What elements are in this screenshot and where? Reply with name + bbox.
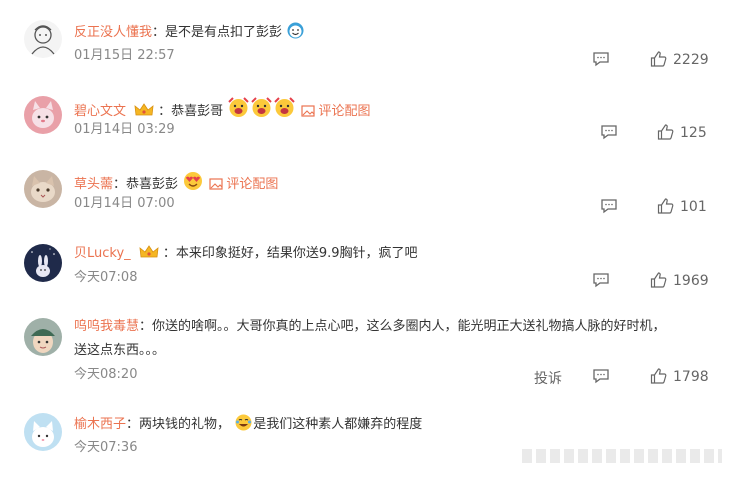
avatar[interactable] (24, 318, 62, 356)
vip-crown-icon (134, 103, 154, 116)
like-count: 125 (680, 125, 707, 141)
comment-icon (601, 125, 617, 140)
colon: ： (152, 25, 166, 40)
comment-line: 碧心文文 ：恭喜彭哥 评论配图 (74, 97, 370, 121)
timestamp: 今天07:36 (74, 440, 138, 455)
like-button[interactable]: 101 (657, 198, 707, 216)
username-link[interactable]: 反正没人懂我 (74, 25, 152, 40)
like-count: 1969 (673, 273, 709, 289)
timestamp: 01月14日 07:00 (74, 196, 175, 211)
comment-icon (601, 199, 617, 214)
timestamp: 今天07:08 (74, 270, 138, 285)
comment-line: 草头薷：恭喜彭彭 评论配图 (74, 171, 278, 194)
comment-text-end: 是我们这种素人都嫌弃的程度 (253, 417, 423, 432)
username-link[interactable]: 草头薷 (74, 177, 113, 192)
colon: ： (113, 177, 127, 192)
image-icon (209, 178, 223, 190)
comment-line: 榆木西子：两块钱的礼物， 是我们这种素人都嫌弃的程度 (74, 414, 422, 434)
thumbs-up-icon (650, 51, 667, 67)
comment-text: 恭喜彭彭 (126, 177, 179, 192)
comment-text: 是不是有点扣了彭彭 (165, 25, 283, 40)
timestamp: 01月15日 22:57 (74, 48, 175, 63)
line-art-avatar-icon (24, 20, 62, 58)
sweat-smile-emoji-icon (287, 22, 304, 39)
like-button[interactable]: 2229 (650, 51, 709, 69)
username-link[interactable]: 贝Lucky_ (74, 246, 131, 261)
reply-button[interactable] (592, 51, 610, 69)
comment-icon (593, 52, 609, 67)
username-link[interactable]: 呜呜我毒慧 (74, 319, 139, 334)
celebrate-emoji-group-icon (227, 97, 300, 119)
comment-line: 呜呜我毒慧：你送的啥啊。。大哥你真的上点心吧，这么多圈内人，能光明正大送礼物搞人… (74, 318, 666, 336)
comment-text: 本来印象挺好，结果你送9.9胸针，疯了吧 (175, 246, 418, 261)
timestamp: 今天08:20 (74, 367, 138, 382)
like-count: 2229 (673, 52, 709, 68)
avatar[interactable] (24, 170, 62, 208)
avatar[interactable] (24, 96, 62, 134)
avatar[interactable] (24, 413, 62, 451)
comment-text: 两块钱的礼物， (139, 417, 231, 432)
heart-eyes-emoji-icon (184, 172, 203, 190)
colon: ： (126, 417, 140, 432)
comment-image-link[interactable]: 评论配图 (226, 177, 278, 192)
timestamp: 01月14日 03:29 (74, 122, 175, 137)
avatar[interactable] (24, 20, 62, 58)
like-button[interactable]: 1798 (650, 368, 709, 386)
reply-button[interactable] (600, 124, 618, 142)
colon: ： (158, 104, 172, 119)
like-button[interactable]: 125 (657, 124, 707, 142)
comment-line: 贝Lucky_ ：本来印象挺好，结果你送9.9胸针，疯了吧 (74, 244, 418, 263)
comment-text: 你送的啥啊。。大哥你真的上点心吧，这么多圈内人，能光明正大送礼物搞人脉的好时机， (152, 319, 666, 334)
green-cap-avatar-icon (24, 318, 62, 356)
username-link[interactable]: 榆木西子 (74, 417, 126, 432)
white-cat-avatar-icon (24, 413, 62, 451)
comment-line: 反正没人懂我：是不是有点扣了彭彭 (74, 22, 305, 42)
report-button[interactable]: 投诉 (534, 368, 562, 388)
colon: ： (162, 246, 176, 261)
laugh-tears-emoji-icon (235, 414, 252, 431)
night-bunny-avatar-icon (24, 244, 62, 282)
watermark-strip (522, 449, 722, 463)
thumbs-up-icon (650, 272, 667, 288)
comment-image-link[interactable]: 评论配图 (318, 104, 370, 119)
reply-button[interactable] (592, 368, 610, 386)
comment-text-continuation: 送这点东西。。。 (74, 343, 166, 358)
reply-button[interactable] (600, 198, 618, 216)
comment-text: 恭喜彭哥 (171, 104, 224, 119)
comment-icon (593, 369, 609, 384)
reply-button[interactable] (592, 272, 610, 290)
comment-icon (593, 273, 609, 288)
vip-crown-icon (139, 245, 159, 258)
pink-cartoon-avatar-icon (24, 96, 62, 134)
username-link[interactable]: 碧心文文 (74, 104, 126, 119)
image-icon (301, 105, 316, 117)
avatar[interactable] (24, 244, 62, 282)
like-count: 1798 (673, 369, 709, 385)
thumbs-up-icon (657, 198, 674, 214)
colon: ： (139, 319, 153, 334)
thumbs-up-icon (657, 124, 674, 140)
cat-photo-avatar-icon (24, 170, 62, 208)
like-button[interactable]: 1969 (650, 272, 709, 290)
like-count: 101 (680, 199, 707, 215)
thumbs-up-icon (650, 368, 667, 384)
